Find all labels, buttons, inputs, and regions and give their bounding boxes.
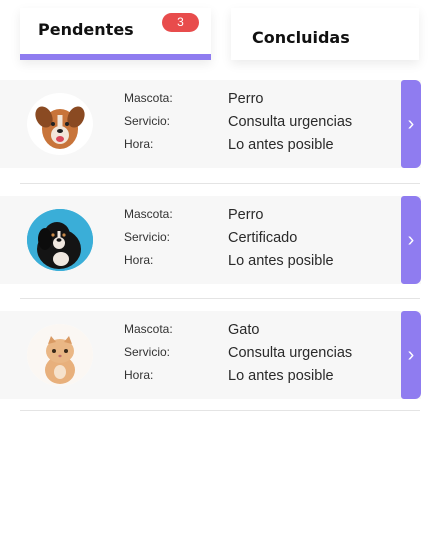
divider [20, 410, 420, 411]
time-value: Lo antes posible [228, 137, 334, 153]
dog-photo-icon [27, 209, 93, 271]
service-label: Servicio: [124, 230, 171, 244]
divider [20, 183, 420, 184]
pet-label: Mascota: [124, 322, 173, 336]
service-value: Consulta urgencias [228, 345, 353, 361]
pending-count-badge: 3 [162, 13, 199, 32]
open-appointment-button[interactable]: › [401, 196, 421, 284]
pet-label: Mascota: [124, 91, 173, 105]
cat-photo-icon [27, 324, 93, 386]
pet-value: Perro [228, 207, 264, 223]
active-tab-indicator [20, 54, 211, 60]
time-value: Lo antes posible [228, 253, 334, 269]
appointment-card: Mascota: Servicio: Hora: Gato Consulta u… [0, 311, 421, 399]
tab-pendentes-label: Pendentes [38, 20, 134, 39]
appointment-card: Mascota: Servicio: Hora: Perro Certifica… [0, 196, 421, 284]
chevron-right-icon: › [407, 228, 415, 251]
service-value: Certificado [228, 230, 298, 246]
time-label: Hora: [124, 368, 154, 382]
appointment-card: Mascota: Servicio: Hora: Perro Consulta … [0, 80, 421, 168]
chevron-right-icon: › [407, 343, 415, 366]
open-appointment-button[interactable]: › [401, 80, 421, 168]
time-label: Hora: [124, 137, 154, 151]
dog-photo-icon [35, 106, 85, 149]
tab-concluidas[interactable]: Concluidas [231, 8, 419, 60]
divider [20, 298, 420, 299]
tab-concluidas-label: Concluidas [252, 28, 350, 47]
pet-value: Gato [228, 322, 260, 338]
pet-avatar [27, 209, 93, 271]
time-value: Lo antes posible [228, 368, 334, 384]
service-value: Consulta urgencias [228, 114, 353, 130]
pet-avatar [27, 93, 93, 155]
chevron-right-icon: › [407, 112, 415, 135]
pet-value: Perro [228, 91, 264, 107]
tab-pendentes[interactable]: Pendentes 3 [20, 8, 211, 60]
time-label: Hora: [124, 253, 154, 267]
service-label: Servicio: [124, 114, 171, 128]
pet-label: Mascota: [124, 207, 173, 221]
pet-avatar [27, 324, 93, 386]
service-label: Servicio: [124, 345, 171, 359]
open-appointment-button[interactable]: › [401, 311, 421, 399]
